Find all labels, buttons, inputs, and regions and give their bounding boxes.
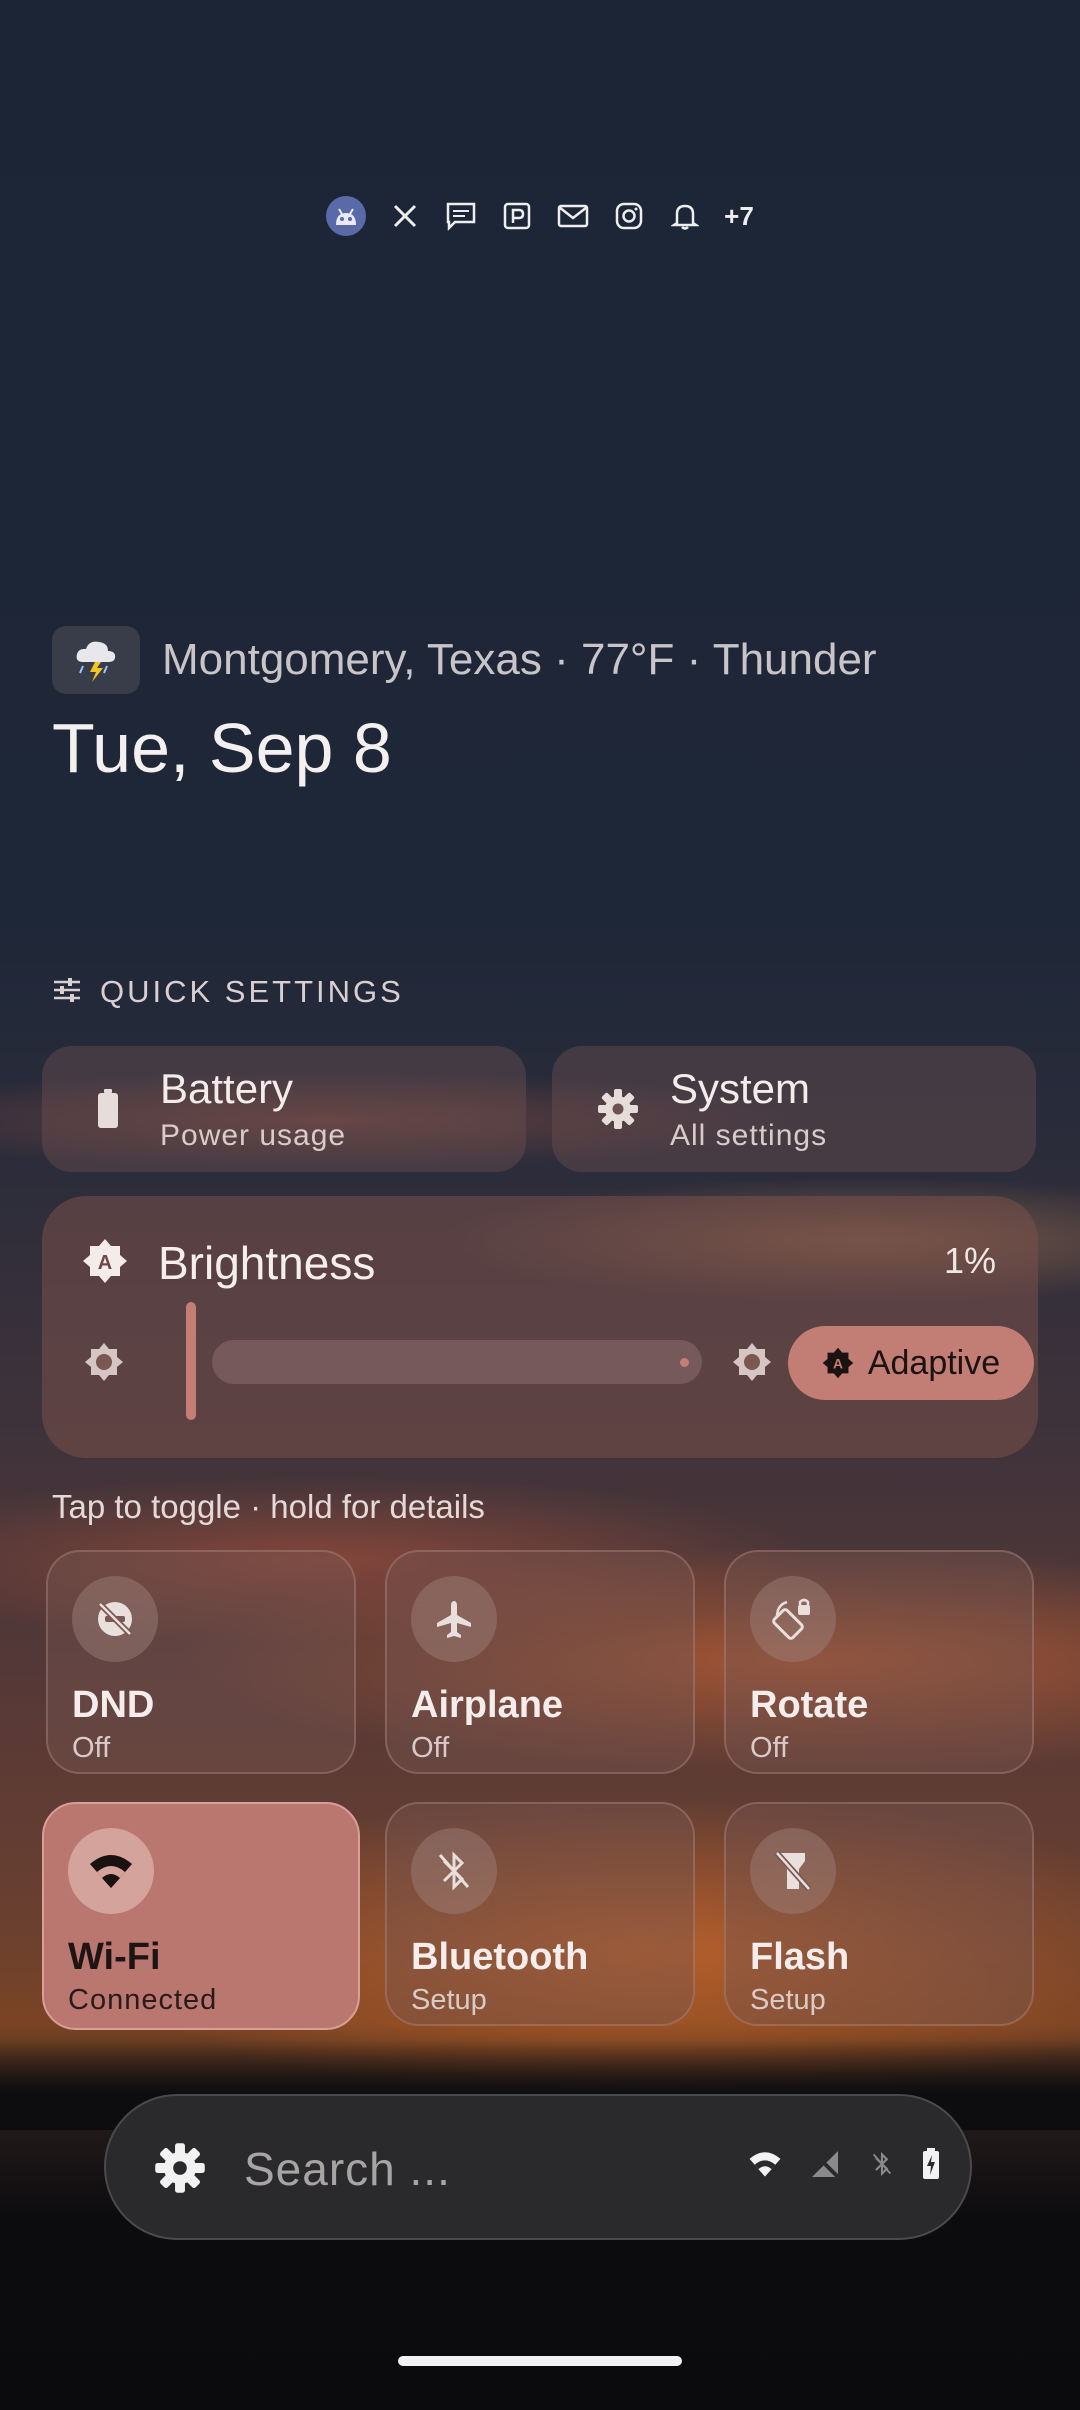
settings-gear-icon[interactable] [154,2142,206,2198]
status-icons [748,2148,940,2184]
svg-text:A: A [98,1252,112,1274]
battery-card-subtitle: Power usage [160,1119,347,1152]
tile-rotate-title: Rotate [750,1684,869,1726]
instagram-icon [612,199,646,233]
tile-flash-status: Setup [750,1984,826,2016]
system-card-title: System [670,1065,811,1112]
tile-airplane-title: Airplane [411,1684,564,1726]
notification-icons-row[interactable]: +7 [0,196,1080,236]
system-card[interactable]: System All settings [552,1046,1036,1172]
home-gesture-bar[interactable] [398,2356,682,2366]
pinterest-icon [500,199,534,233]
tile-bluetooth-status: Setup [411,1984,487,2016]
rotate-lock-icon [750,1576,836,1662]
x-icon [388,199,422,233]
adaptive-label: Adaptive [867,1343,1001,1382]
message-icon [444,199,478,233]
system-card-subtitle: All settings [670,1119,828,1152]
tile-rotate-status: Off [750,1732,789,1764]
brightness-high-icon [730,1340,774,1388]
tile-dnd[interactable]: DND Off [46,1550,356,1774]
brightness-slider-end-dot [680,1358,689,1367]
tile-wifi[interactable]: Wi-Fi Connected [42,1802,360,2030]
tile-dnd-status: Off [72,1732,111,1764]
search-input[interactable]: Search ... [244,2142,451,2196]
more-notifications-count: +7 [724,200,754,231]
cellular-off-icon [810,2149,842,2183]
auto-brightness-icon: A [82,1238,128,1288]
battery-icon [78,1089,138,1129]
brightness-percent: 1% [943,1240,996,1281]
bell-icon [668,199,702,233]
brightness-slider-handle[interactable] [186,1302,196,1420]
battery-card[interactable]: Battery Power usage [42,1046,526,1172]
adaptive-brightness-button[interactable]: A Adaptive [788,1326,1034,1400]
android-avatar-icon [326,196,367,236]
tile-bluetooth-title: Bluetooth [411,1936,589,1978]
weather-line[interactable]: Montgomery, Texas · 77°F · Thunder [52,626,877,694]
quick-settings-header: QUICK SETTINGS [52,974,404,1010]
tile-wifi-status: Connected [68,1984,218,2016]
tile-airplane[interactable]: Airplane Off [385,1550,695,1774]
auto-brightness-small-icon: A [822,1347,854,1379]
battery-card-title: Battery [160,1065,294,1112]
date-text[interactable]: Tue, Sep 8 [52,708,392,788]
quick-settings-label: QUICK SETTINGS [100,974,404,1009]
wifi-status-icon [748,2150,782,2182]
brightness-slider-track[interactable] [212,1340,702,1384]
brightness-panel: A Brightness 1% A Adaptive [42,1196,1038,1458]
sliders-icon [52,977,82,1007]
brightness-slider-row: A Adaptive [82,1302,1034,1422]
tile-dnd-title: DND [72,1684,155,1726]
gear-icon [588,1088,648,1130]
tile-bluetooth[interactable]: Bluetooth Setup [385,1802,695,2026]
airplane-icon [411,1576,497,1662]
wifi-icon [68,1828,154,1914]
brightness-title: Brightness [158,1237,376,1289]
search-bar[interactable]: Search ... [104,2094,972,2240]
tile-airplane-status: Off [411,1732,450,1764]
bluetooth-off-icon [411,1828,497,1914]
tile-flash[interactable]: Flash Setup [724,1802,1034,2026]
flashlight-off-icon [750,1828,836,1914]
dnd-off-icon [72,1576,158,1662]
svg-text:A: A [833,1356,843,1372]
brightness-low-icon [82,1340,126,1388]
tile-flash-title: Flash [750,1936,850,1978]
bluetooth-status-icon [870,2148,894,2184]
tiles-hint: Tap to toggle · hold for details [52,1488,485,1525]
mail-icon [556,199,590,233]
thunderstorm-icon [52,626,140,694]
weather-text: Montgomery, Texas · 77°F · Thunder [162,635,877,684]
tile-wifi-title: Wi-Fi [68,1936,161,1978]
tile-rotate[interactable]: Rotate Off [724,1550,1034,1774]
battery-charging-icon [922,2148,940,2184]
